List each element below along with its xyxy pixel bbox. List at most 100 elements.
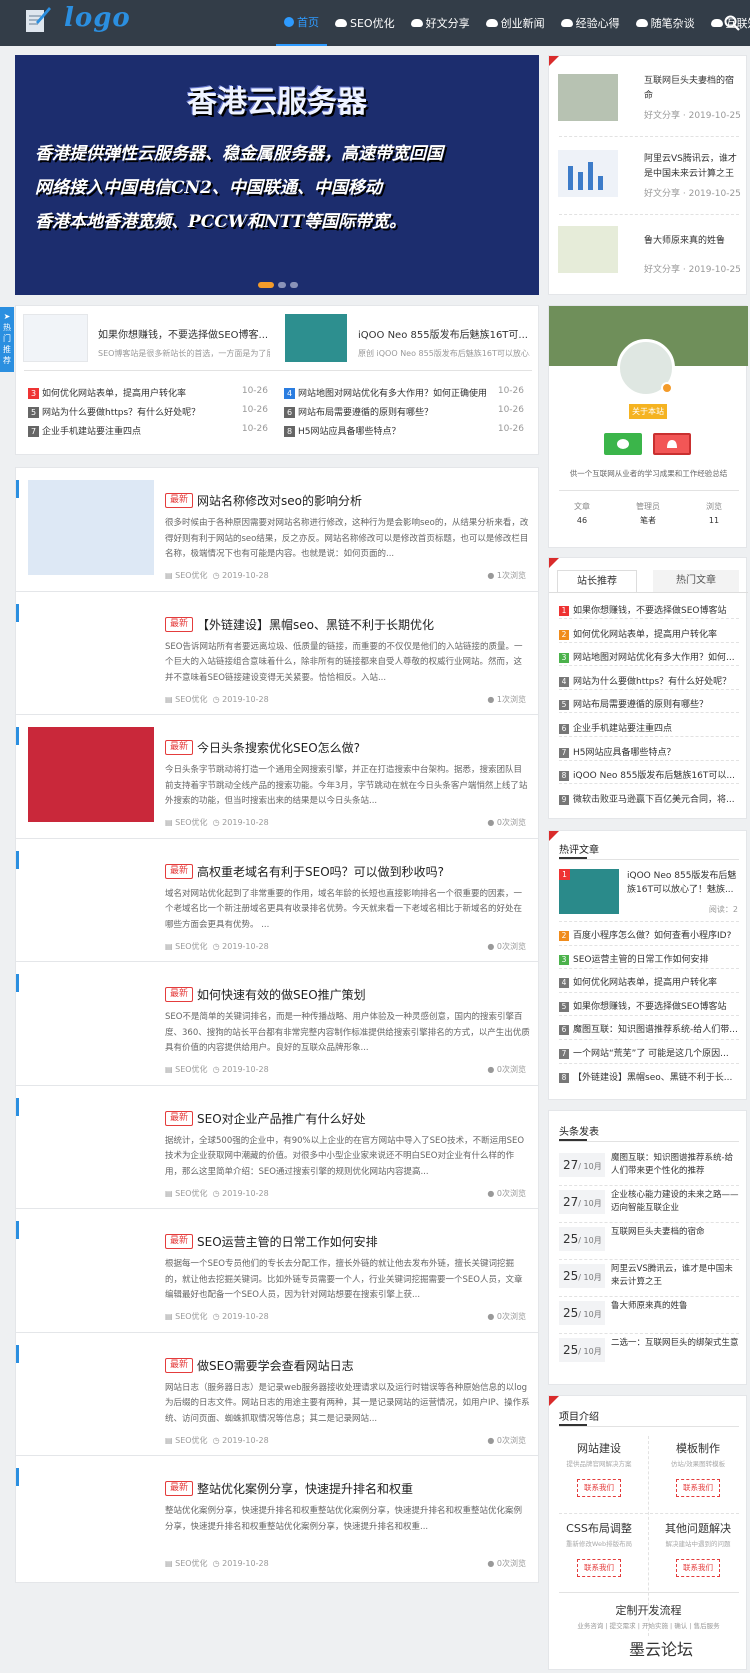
recommend-item[interactable]: 4 网站为什么要做https？有什么好处呢？ [559,674,739,687]
post-thumbnail[interactable] [558,226,618,273]
slider-dot[interactable] [290,282,298,288]
contact-button[interactable]: 联系我们 [676,1479,720,1497]
about-site-badge[interactable]: 关于本站 [629,404,667,419]
hot-list-item[interactable]: 7 企业手机建站要注重四点 10-26 [28,424,268,437]
tab-recommend[interactable]: 站长推荐 [557,570,637,592]
recommend-item[interactable]: 7 H5网站应具备哪些特点？ [559,745,739,758]
banner-slider[interactable]: 香港云服务器 香港提供弹性云服务器、稳金属服务器，高速带宽回国 网络接入中国电信… [15,55,539,295]
featured-thumbnail[interactable] [23,314,88,362]
recommend-item[interactable]: 9 微软击败亚马逊赢下百亿美元合同，将... [559,792,739,805]
article-title[interactable]: SEO运营主管的日常工作如何安排 [197,1233,378,1250]
slider-dot[interactable] [258,282,274,288]
divider [559,1015,739,1017]
hot-comment-item[interactable]: 8 【外链建设】黑帽seo、黑链不利于长... [559,1070,739,1083]
article-thumbnail[interactable] [28,1468,154,1563]
hot-comment-item[interactable]: 2 百度小程序怎么做？如何查看小程序ID? [559,928,739,941]
article-title[interactable]: 整站优化案例分享，快速提升排名和权重 [197,1480,413,1497]
featured-thumbnail[interactable] [285,314,347,362]
headline-title[interactable]: 魔图互联：知识图谱推荐系统-给人们带来更个性化的推荐 [611,1152,741,1178]
recommend-item[interactable]: 5 网站布局需要遵循的原则有哪些？ [559,697,739,711]
article-card: 最新 如何快速有效的做SEO推广策划 SEO不是简单的关键词排名，而是一种传播战略、… [15,961,539,1089]
headline-title[interactable]: 鲁大师原来真的姓鲁 [611,1300,741,1313]
article-title[interactable]: SEO对企业产品推广有什么好处 [197,1110,366,1127]
nav-item-share[interactable]: 好文分享 [403,0,478,46]
divider [559,136,739,137]
corner-mark [549,56,559,66]
article-thumbnail[interactable] [28,1221,154,1316]
service-subtitle: 提供品牌官网解决方案 [566,1460,632,1468]
article-excerpt: 域名对网站优化起到了非常重要的作用，域名年龄的长短也直接影响排名一个很重要的因素… [165,888,523,930]
top-comment-views: 阅读：2 [708,905,738,914]
featured-title[interactable]: 如果你想赚钱，不要选择做SEO博客... [98,326,270,341]
hot-comment-item[interactable]: 7 一个网站“荒芜”了 可能是这几个原因... [559,1046,739,1059]
divider [559,1513,739,1514]
cloud-icon [335,19,347,27]
article-title[interactable]: 做SEO需要学会查看网站日志 [197,1357,354,1374]
featured-title[interactable]: iQOO Neo 855版发布后魅族16T可... [358,326,530,341]
hot-list-item[interactable]: 6 网站布局需要遵循的原则有哪些？ 10-26 [284,405,524,418]
article-thumbnail[interactable] [28,480,154,575]
notify-button[interactable] [653,433,691,455]
hot-comment-item[interactable]: 5 如果你想赚钱，不要选择做SEO博客站 [559,999,739,1012]
wechat-button[interactable] [604,433,642,455]
hot-list-item[interactable]: 8 H5网站应具备哪些特点？ 10-26 [284,424,524,437]
recommend-item[interactable]: 1 如果你想赚钱，不要选择做SEO博客站 [559,603,739,616]
headline-title[interactable]: 阿里云VS腾讯云，谁才是中国未来云计算之王 [611,1263,741,1289]
tab-hot-articles[interactable]: 热门文章 [653,570,739,592]
contact-button[interactable]: 联系我们 [577,1559,621,1577]
clock-icon: ◷ [212,1312,220,1321]
hot-list-item[interactable]: 4 网站地图对网站优化有多大作用？如何正确使用 10-26 [284,386,524,399]
hot-list-item[interactable]: 3 如何优化网站表单，提高用户转化率 10-26 [28,386,268,399]
contact-button[interactable]: 联系我们 [577,1479,621,1497]
article-title[interactable]: 【外链建设】黑帽seo、黑链不利于长期优化 [197,616,434,633]
clock-icon: ◷ [212,694,220,704]
nav-item-experience[interactable]: 经验心得 [553,0,628,46]
slider-dot[interactable] [278,282,286,288]
article-thumbnail[interactable] [28,1344,154,1440]
article-title[interactable]: 今日头条搜索优化SEO怎么做? [197,739,360,756]
article-thumbnail[interactable] [28,1097,154,1193]
date-badge: 25/ 10月 [559,1264,605,1288]
site-logo[interactable]: logo [64,3,131,33]
flow-steps: 业务咨询 | 提交需求 | 开始实施 | 确认 | 售后服务 [577,1622,720,1630]
article-views: ● 1次浏览 [487,571,526,580]
nav-item-home[interactable]: 首页 [276,0,327,46]
recommend-item[interactable]: 2 如何优化网站表单，提高用户转化率 [559,627,739,640]
folder-icon: ▤ [165,1312,173,1321]
nav-item-seo[interactable]: SEO优化 [327,0,403,46]
article-thumbnail[interactable] [28,603,154,699]
hot-list-item[interactable]: 5 网站为什么要做https？有什么好处呢？ 10-26 [28,405,268,418]
post-thumbnail[interactable] [558,150,618,197]
recommend-item[interactable]: 8 iQOO Neo 855版发布后魅族16T可以... [559,768,739,782]
recent-post-title[interactable]: 阿里云VS腾讯云，谁才是中国未来云计算之王 [644,152,740,182]
post-thumbnail[interactable] [558,74,618,121]
nav-item-news[interactable]: 创业新闻 [478,0,553,46]
recommend-item[interactable]: 6 企业手机建站要注重四点 [559,721,739,734]
headline-title[interactable]: 企业核心能力建设的未来之路——迈向智能互联企业 [611,1189,741,1215]
article-title[interactable]: 网站名称修改对seo的影响分析 [197,492,362,509]
recommend-item[interactable]: 3 网站地图对网站优化有多大作用？如何... [559,650,739,664]
divider [559,759,739,761]
flow-title: 定制开发流程 [615,1604,682,1617]
divider [559,1333,739,1334]
headline-title[interactable]: 二选一：互联网巨头的绑架式生意 [611,1337,741,1350]
recent-post-title[interactable]: 鲁大师原来真的姓鲁 [644,234,740,249]
article-title[interactable]: 高权重老域名有利于SEO吗？可以做到秒收吗? [197,863,444,880]
recent-post-title[interactable]: 互联网巨头夫妻档的宿命 [644,74,740,104]
folder-icon: ▤ [165,941,173,951]
hot-comment-item[interactable]: 6 魔图互联：知识图谱推荐系统-给人们带... [559,1022,739,1036]
search-icon[interactable] [724,15,740,31]
hot-comment-item[interactable]: 4 如何优化网站表单，提高用户转化率 [559,975,739,989]
cloud-icon [485,19,498,27]
article-thumbnail[interactable] [28,850,154,946]
divider [559,783,739,785]
hot-comment-item[interactable]: 3 SEO运营主管的日常工作如何安排 [559,952,739,965]
hot-recommend-tag: ➤ 热门推荐 [0,307,14,372]
divider [559,1426,739,1427]
article-thumbnail[interactable] [28,974,154,1069]
headline-title[interactable]: 互联网巨头夫妻档的宿命 [611,1226,741,1239]
contact-button[interactable]: 联系我们 [676,1559,720,1577]
nav-item-essays[interactable]: 随笔杂谈 [628,0,703,46]
article-title[interactable]: 如何快速有效的做SEO推广策划 [197,986,366,1003]
article-thumbnail[interactable] [28,727,154,822]
